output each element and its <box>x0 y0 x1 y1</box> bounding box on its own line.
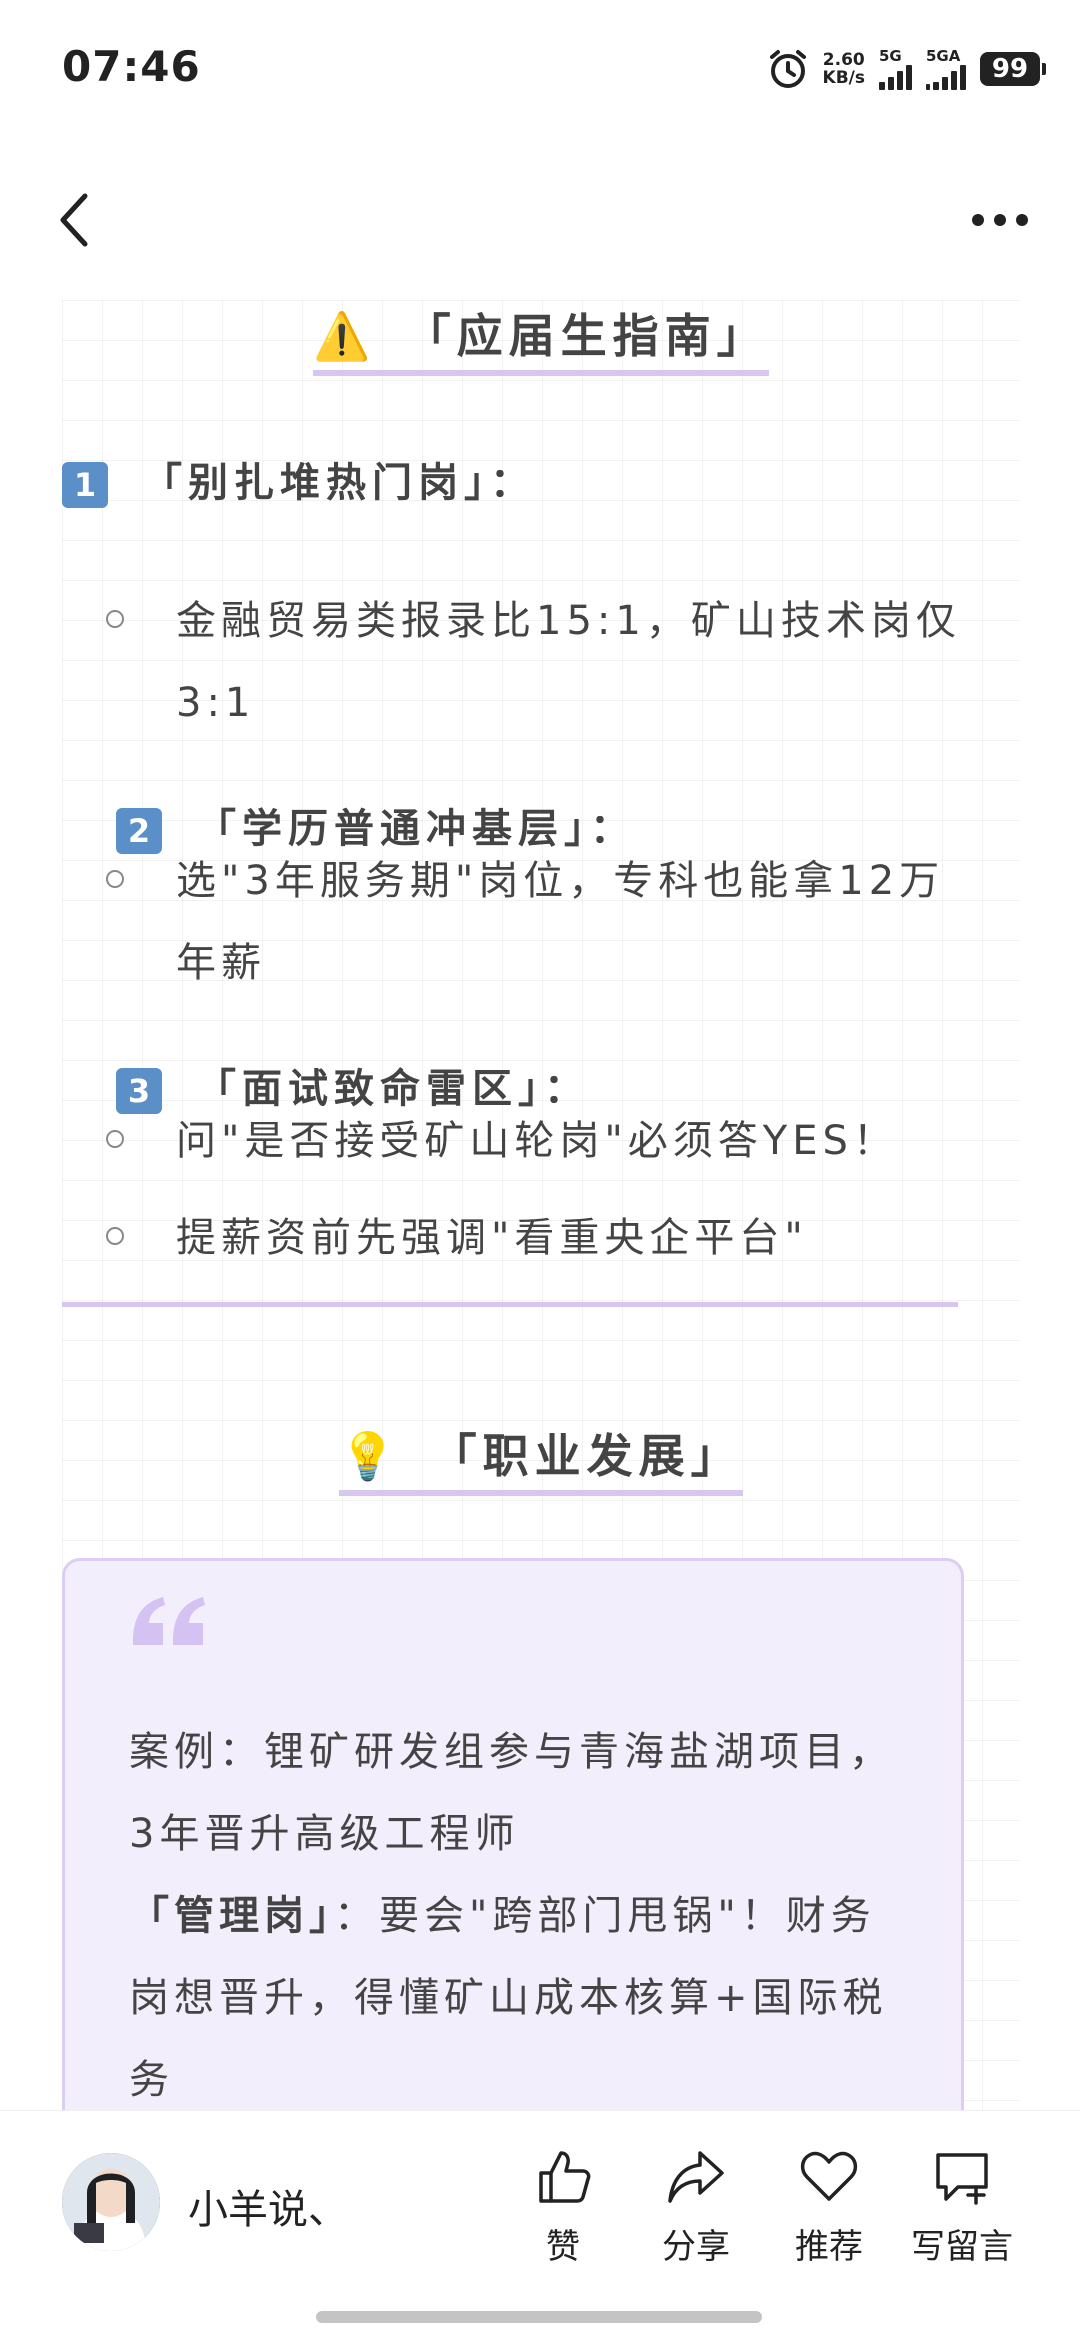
signal-bars-icon <box>926 64 966 90</box>
list-item: 金融贸易类报录比15:1，矿山技术岗仅3:1 <box>106 580 986 744</box>
lightbulb-icon: 💡 <box>339 1429 403 1483</box>
like-button[interactable]: 赞 <box>503 2147 623 2268</box>
section-title-career: 💡 「职业发展」 <box>62 1420 1020 1496</box>
net-speed-value: 2.60 <box>822 50 865 70</box>
section-title-text: 「应届生指南」 <box>404 309 769 363</box>
list-item: 提薪资前先强调"看重央企平台" <box>106 1197 986 1279</box>
section-title-guide: ⚠️ 「应届生指南」 <box>62 300 1020 376</box>
list-item: 选"3年服务期"岗位，专科也能拿12万年薪 <box>106 840 986 1004</box>
heart-icon <box>800 2151 858 2201</box>
signal-5g-label: 5G <box>879 47 902 65</box>
alarm-icon <box>769 50 806 88</box>
list-item-text: 选"3年服务期"岗位，专科也能拿12万年薪 <box>176 858 945 986</box>
home-indicator[interactable] <box>316 2311 762 2323</box>
comment-label: 写留言 <box>911 2227 1013 2267</box>
item-heading-1: 1 「别扎堆热门岗」： <box>62 450 536 508</box>
list-item-text: 提薪资前先强调"看重央企平台" <box>176 1215 808 1261</box>
comment-button[interactable]: 写留言 <box>902 2147 1022 2268</box>
number-badge-icon: 1 <box>62 462 108 508</box>
more-options-icon[interactable] <box>970 212 1030 228</box>
quote-bold-label: 「管理岗」 <box>129 1893 334 1939</box>
item-heading-text: 「别扎堆热门岗」： <box>142 460 536 506</box>
list-item-text: 金融贸易类报录比15:1，矿山技术岗仅3:1 <box>176 598 961 726</box>
section-divider <box>62 1302 958 1307</box>
section-title-text: 「职业发展」 <box>430 1429 743 1483</box>
bullet-circle-icon <box>106 1130 124 1148</box>
quote-mark-icon <box>133 1597 205 1645</box>
recommend-button[interactable]: 推荐 <box>769 2147 889 2268</box>
battery-icon: 99 <box>980 52 1046 86</box>
signal-bars-icon <box>879 64 912 90</box>
warning-icon: ⚠️ <box>313 309 377 363</box>
signal-5g: 5G <box>879 48 912 90</box>
status-time: 07:46 <box>62 42 201 91</box>
bullet-circle-icon <box>106 610 124 628</box>
avatar[interactable] <box>62 2153 160 2251</box>
status-icons: 2.60 KB/s 5G 5GA 99 <box>767 44 1046 94</box>
comment-add-icon <box>936 2153 988 2205</box>
bullet-circle-icon <box>106 870 124 888</box>
quote-text: 案例：锂矿研发组参与青海盐湖项目，3年晋升高级工程师 「管理岗」：要会"跨部门甩… <box>129 1711 909 2110</box>
share-icon <box>668 2151 724 2203</box>
like-label: 赞 <box>546 2227 580 2267</box>
share-button[interactable]: 分享 <box>636 2147 756 2268</box>
signal-5ga-label: 5GA <box>926 47 961 65</box>
bullet-circle-icon <box>106 1227 124 1245</box>
author-name[interactable]: 小羊说、 <box>188 2177 348 2235</box>
quote-card: 案例：锂矿研发组参与青海盐湖项目，3年晋升高级工程师 「管理岗」：要会"跨部门甩… <box>62 1558 964 2110</box>
list-item: 问"是否接受矿山轮岗"必须答YES！ <box>106 1100 986 1182</box>
back-arrow-icon[interactable] <box>55 190 95 250</box>
recommend-label: 推荐 <box>795 2227 863 2267</box>
quote-line-case: 案例：锂矿研发组参与青海盐湖项目，3年晋升高级工程师 <box>129 1729 894 1857</box>
net-speed: 2.60 KB/s <box>823 51 865 87</box>
status-bar: 07:46 2.60 KB/s 5G 5GA 99 <box>0 0 1080 140</box>
list-item-text: 问"是否接受矿山轮岗"必须答YES！ <box>176 1118 898 1164</box>
net-speed-unit: KB/s <box>822 68 865 88</box>
top-nav <box>0 170 1080 270</box>
thumbs-up-icon <box>539 2151 591 2203</box>
article-content: ⚠️ 「应届生指南」 1 「别扎堆热门岗」： 金融贸易类报录比15:1，矿山技术岗仅… <box>62 300 1020 2110</box>
share-label: 分享 <box>662 2227 730 2267</box>
signal-5ga: 5GA <box>926 48 966 90</box>
